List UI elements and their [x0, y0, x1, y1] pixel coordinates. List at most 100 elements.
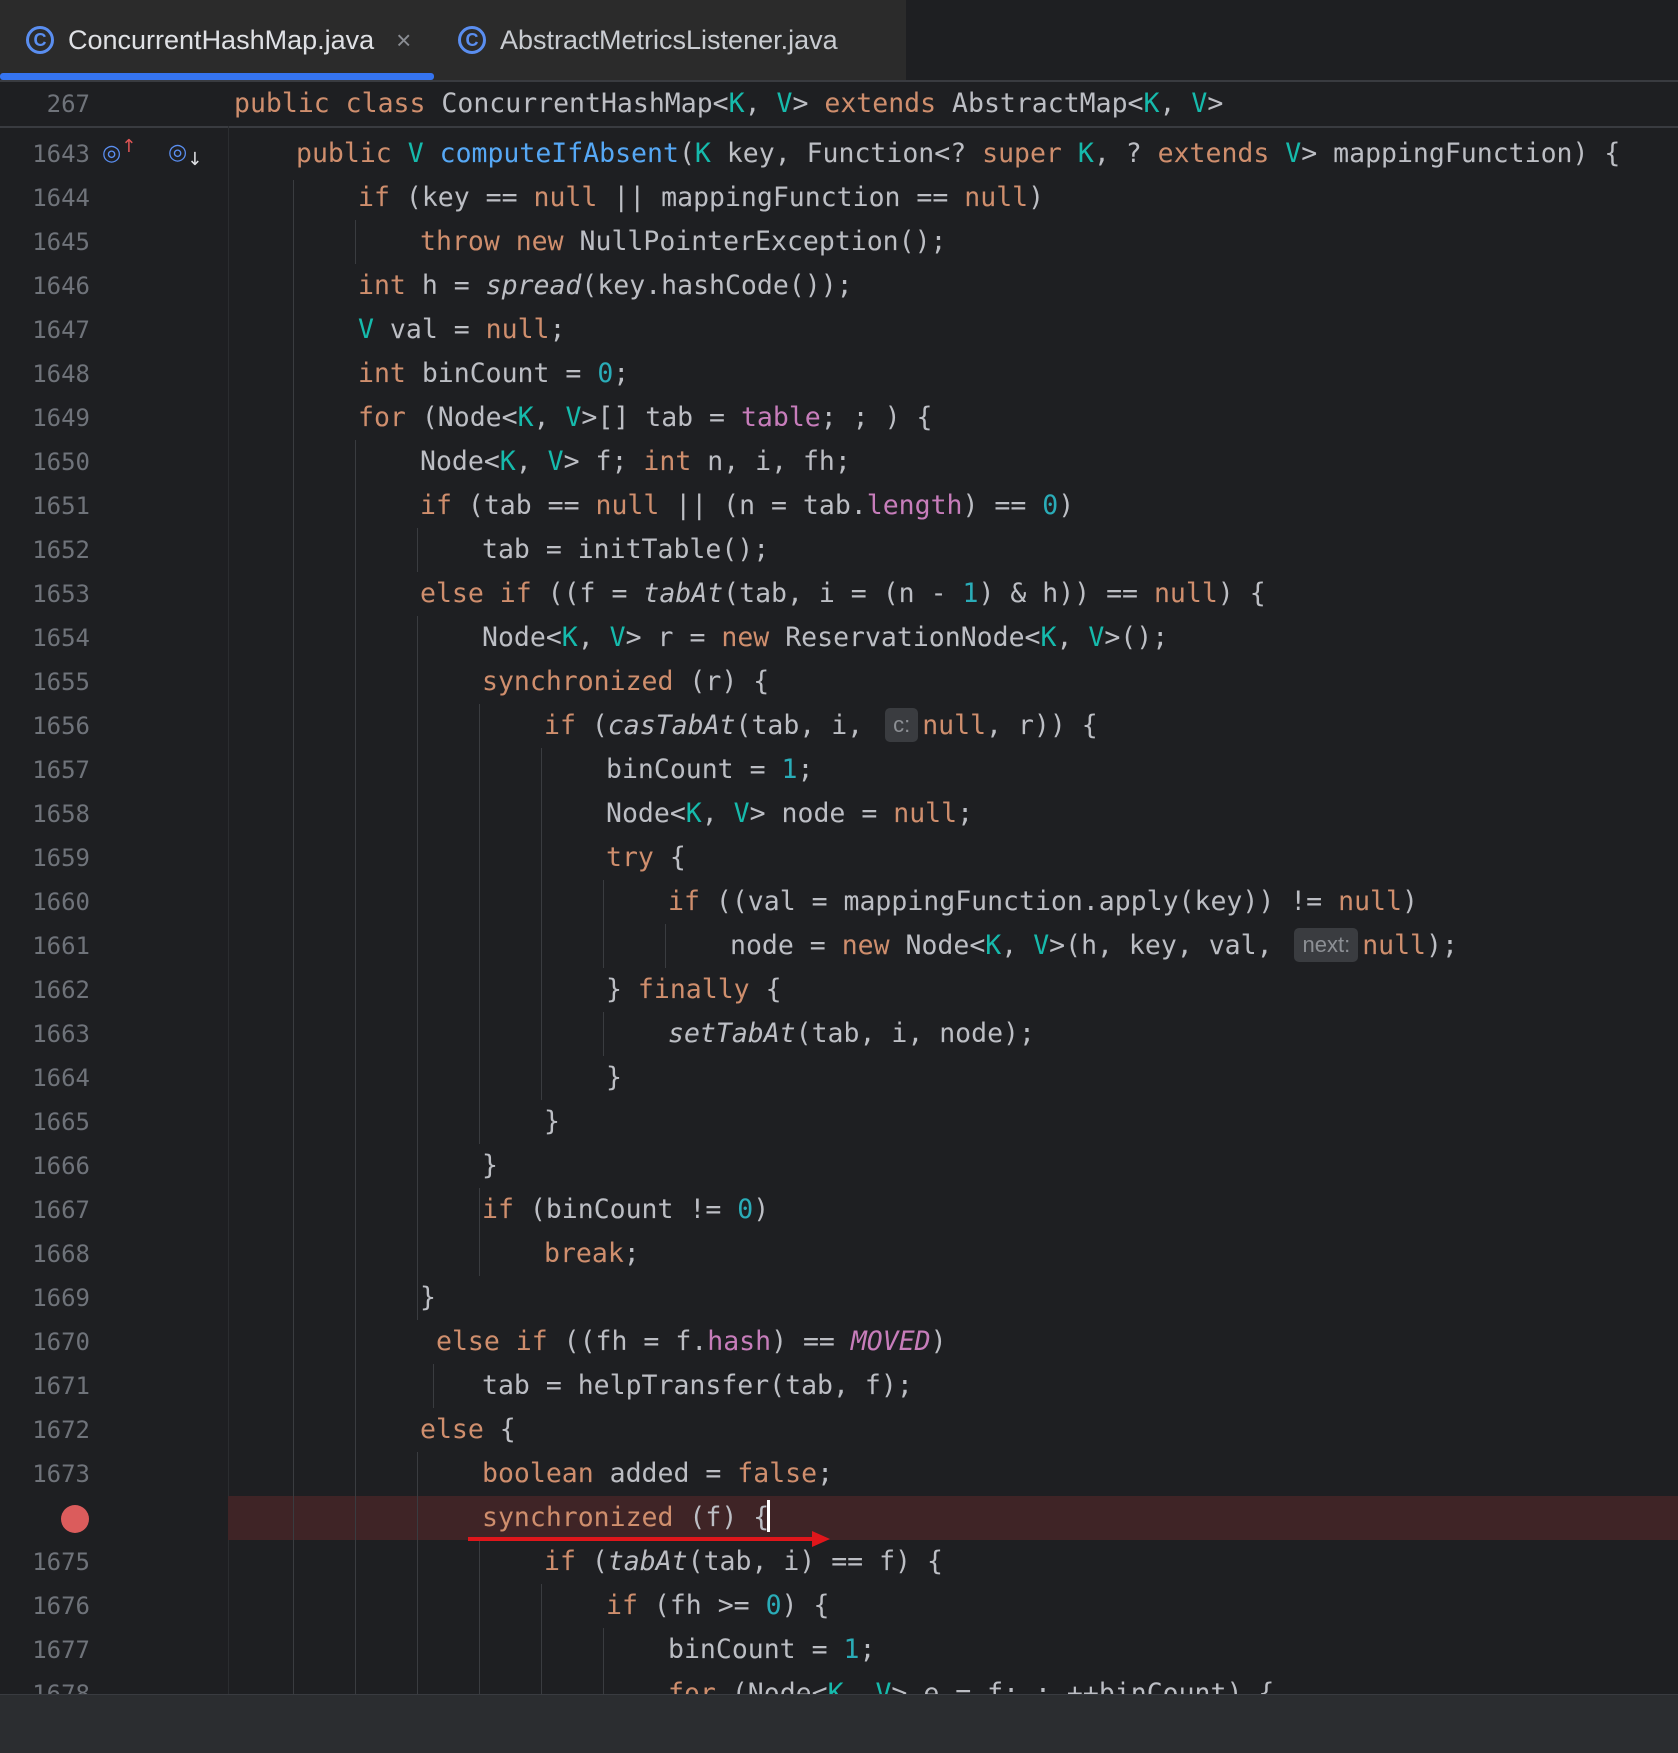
code-line: } finally {	[606, 974, 782, 1005]
code-line: binCount = 1;	[668, 1634, 876, 1665]
line-number: 1660	[32, 888, 90, 916]
code-row: 1677 binCount = 1;	[0, 1628, 1678, 1672]
code-line: tab = helpTransfer(tab, f);	[482, 1370, 913, 1401]
line-number: 1652	[32, 536, 90, 564]
code-line: else if ((f = tabAt(tab, i = (n - 1) & h…	[420, 578, 1266, 609]
code-row: 1671 tab = helpTransfer(tab, f);	[0, 1364, 1678, 1408]
parameter-hint: c:	[885, 708, 919, 742]
line-number: 1654	[32, 624, 90, 652]
code-line: Node<K, V> f; int n, i, fh;	[420, 446, 851, 477]
code-row: 1658 Node<K, V> node = null;	[0, 792, 1678, 836]
code-row: 1673 boolean added = false;	[0, 1452, 1678, 1496]
code-line: for (Node<K, V>[] tab = table; ; ) {	[358, 402, 933, 433]
line-number: 1673	[32, 1460, 90, 1488]
code-row: 1659 try {	[0, 836, 1678, 880]
code-line: if (tabAt(tab, i) == f) {	[544, 1546, 943, 1577]
parameter-hint: next:	[1294, 928, 1359, 962]
close-icon[interactable]: ×	[396, 25, 411, 56]
code-row: 1653 else if ((f = tabAt(tab, i = (n - 1…	[0, 572, 1678, 616]
code-line: synchronized (f) {	[482, 1500, 771, 1533]
code-line: synchronized (r) {	[482, 666, 770, 697]
line-number: 1649	[32, 404, 90, 432]
code-row: 1676 if (fh >= 0) {	[0, 1584, 1678, 1628]
code-line: else if ((fh = f.hash) == MOVED)	[436, 1326, 947, 1357]
code-line: public class ConcurrentHashMap<K, V> ext…	[234, 88, 1224, 119]
code-line: if (key == null || mappingFunction == nu…	[358, 182, 1045, 213]
line-number: 1663	[32, 1020, 90, 1048]
line-number: 1658	[32, 800, 90, 828]
code-line: }	[482, 1150, 498, 1181]
code-row: 1649 for (Node<K, V>[] tab = table; ; ) …	[0, 396, 1678, 440]
line-number: 1678	[32, 1680, 90, 1694]
line-number: 1662	[32, 976, 90, 1004]
code-line: if (tab == null || (n = tab.length) == 0…	[420, 490, 1075, 521]
code-row: 1651 if (tab == null || (n = tab.length)…	[0, 484, 1678, 528]
line-number: 1676	[32, 1592, 90, 1620]
line-number: 1646	[32, 272, 90, 300]
code-line: }	[544, 1106, 560, 1137]
line-number: 1653	[32, 580, 90, 608]
code-row: 1670 else if ((fh = f.hash) == MOVED)	[0, 1320, 1678, 1364]
code-line: boolean added = false;	[482, 1458, 834, 1489]
line-number: 1656	[32, 712, 90, 740]
code-row: 1666 }	[0, 1144, 1678, 1188]
code-line: Node<K, V> r = new ReservationNode<K, V>…	[482, 622, 1169, 653]
code-row: 1644 if (key == null || mappingFunction …	[0, 176, 1678, 220]
tab-concurrenthashmap[interactable]: C ConcurrentHashMap.java ×	[0, 0, 434, 80]
code-line: node = new Node<K, V>(h, key, val, next:…	[730, 928, 1458, 962]
text-cursor	[767, 1500, 771, 1532]
code-line: public V computeIfAbsent(K key, Function…	[296, 138, 1621, 169]
code-line: for (Node<K, V> e = f; ; ++binCount) {	[668, 1678, 1275, 1694]
code-row: 1650 Node<K, V> f; int n, i, fh;	[0, 440, 1678, 484]
line-number: 1675	[32, 1548, 90, 1576]
code-row: 1678 for (Node<K, V> e = f; ; ++binCount…	[0, 1672, 1678, 1694]
code-row: 1661 node = new Node<K, V>(h, key, val, …	[0, 924, 1678, 968]
sticky-header: 267 public class ConcurrentHashMap<K, V>…	[0, 82, 1678, 128]
tab-label: ConcurrentHashMap.java	[68, 24, 375, 55]
annotation-arrow-head	[812, 1531, 830, 1547]
code-line: Node<K, V> node = null;	[606, 798, 974, 829]
line-number: 1645	[32, 228, 90, 256]
code-line: if (binCount != 0)	[482, 1194, 770, 1225]
line-number: 1657	[32, 756, 90, 784]
code-row: 1664 }	[0, 1056, 1678, 1100]
code-row: 1660 if ((val = mappingFunction.apply(ke…	[0, 880, 1678, 924]
code-row: 1655 synchronized (r) {	[0, 660, 1678, 704]
status-bar	[0, 1694, 1678, 1753]
code-row: 1654 Node<K, V> r = new ReservationNode<…	[0, 616, 1678, 660]
line-number: 1651	[32, 492, 90, 520]
code-row: 1648 int binCount = 0;	[0, 352, 1678, 396]
tab-abstractmetricslistener[interactable]: C AbstractMetricsListener.java	[434, 0, 906, 80]
line-number: 1664	[32, 1064, 90, 1092]
code-row: 1656 if (casTabAt(tab, i, c: null, r)) {	[0, 704, 1678, 748]
editor-tab-bar: C ConcurrentHashMap.java × C AbstractMet…	[0, 0, 1678, 82]
code-row: 1667 if (binCount != 0)	[0, 1188, 1678, 1232]
line-number: 1668	[32, 1240, 90, 1268]
code-row: 1647 V val = null;	[0, 308, 1678, 352]
line-number: 1667	[32, 1196, 90, 1224]
code-line: int h = spread(key.hashCode());	[358, 270, 853, 301]
line-number: 1655	[32, 668, 90, 696]
line-number: 1647	[32, 316, 90, 344]
code-row: 1665 }	[0, 1100, 1678, 1144]
annotation-arrow	[468, 1537, 818, 1541]
code-row: 1675 if (tabAt(tab, i) == f) {	[0, 1540, 1678, 1584]
code-row: synchronized (f) {	[0, 1496, 1678, 1540]
code-line: int binCount = 0;	[358, 358, 630, 389]
code-line: V val = null;	[358, 314, 566, 345]
code-row: 1657 binCount = 1;	[0, 748, 1678, 792]
line-number: 1648	[32, 360, 90, 388]
line-number: 1659	[32, 844, 90, 872]
line-number: 1650	[32, 448, 90, 476]
line-number: 267	[46, 90, 90, 118]
code-line: if (casTabAt(tab, i, c: null, r)) {	[544, 708, 1098, 742]
code-line: binCount = 1;	[606, 754, 814, 785]
line-number: 1670	[32, 1328, 90, 1356]
code-line: setTabAt(tab, i, node);	[668, 1018, 1035, 1049]
code-line: if ((val = mappingFunction.apply(key)) !…	[668, 886, 1418, 917]
code-line: if (fh >= 0) {	[606, 1590, 830, 1621]
code-row: 1672 else {	[0, 1408, 1678, 1452]
code-row: 1668 break;	[0, 1232, 1678, 1276]
code-line: }	[606, 1062, 622, 1093]
line-number: 1677	[32, 1636, 90, 1664]
